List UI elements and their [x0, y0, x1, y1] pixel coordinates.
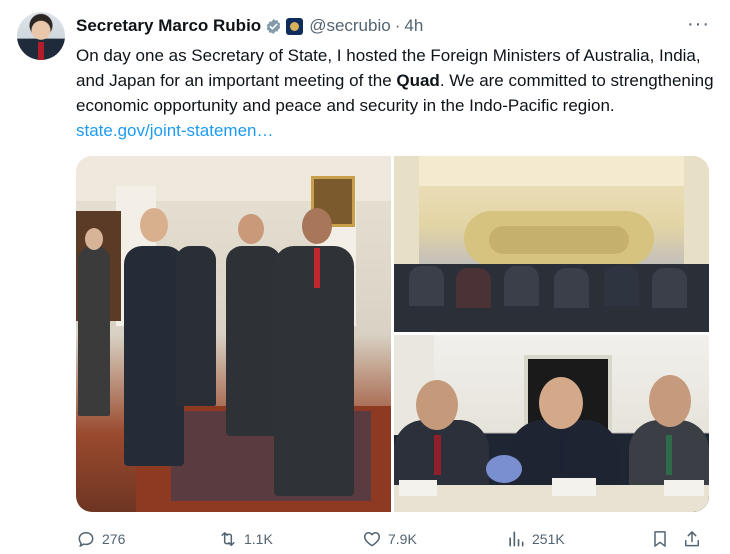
tweet-header: Secretary Marco Rubio @secrubio · 4h ···	[76, 13, 710, 37]
repost-icon	[221, 532, 235, 546]
reply-button[interactable]: 276	[76, 528, 125, 550]
photo-rubio-at-table[interactable]	[394, 335, 709, 512]
tweet-text: On day one as Secretary of State, I host…	[76, 43, 716, 143]
bookmark-icon	[654, 531, 666, 547]
views-button[interactable]: 251K	[506, 528, 565, 550]
like-button[interactable]: 7.9K	[362, 528, 417, 550]
photo-ministers-walking[interactable]	[76, 156, 391, 512]
timestamp[interactable]: 4h	[404, 16, 423, 36]
more-options-icon[interactable]: ···	[687, 13, 710, 36]
verified-badge-icon[interactable]	[265, 18, 282, 35]
tweet-link[interactable]: state.gov/joint-statemen…	[76, 121, 273, 140]
repost-count: 1.1K	[244, 531, 273, 547]
photo-conference-table[interactable]	[394, 156, 709, 332]
avatar[interactable]	[17, 12, 65, 60]
handle[interactable]: @secrubio	[309, 16, 391, 36]
tweet-actions: 276 1.1K 7.9K 251K	[76, 528, 716, 550]
like-count: 7.9K	[388, 531, 417, 547]
repost-button[interactable]: 1.1K	[218, 528, 273, 550]
separator: ·	[394, 16, 401, 35]
government-seal-icon[interactable]	[286, 17, 304, 35]
reply-count: 276	[102, 531, 126, 547]
media-grid	[76, 156, 709, 512]
bookmark-button[interactable]	[650, 528, 670, 550]
tweet-text-bold: Quad	[396, 71, 440, 90]
heart-icon	[363, 532, 381, 547]
views-chart-icon	[509, 531, 524, 547]
views-count: 251K	[532, 531, 565, 547]
display-name[interactable]: Secretary Marco Rubio	[76, 16, 261, 36]
share-button[interactable]	[682, 528, 702, 550]
share-icon	[685, 531, 699, 547]
reply-icon	[78, 532, 94, 547]
